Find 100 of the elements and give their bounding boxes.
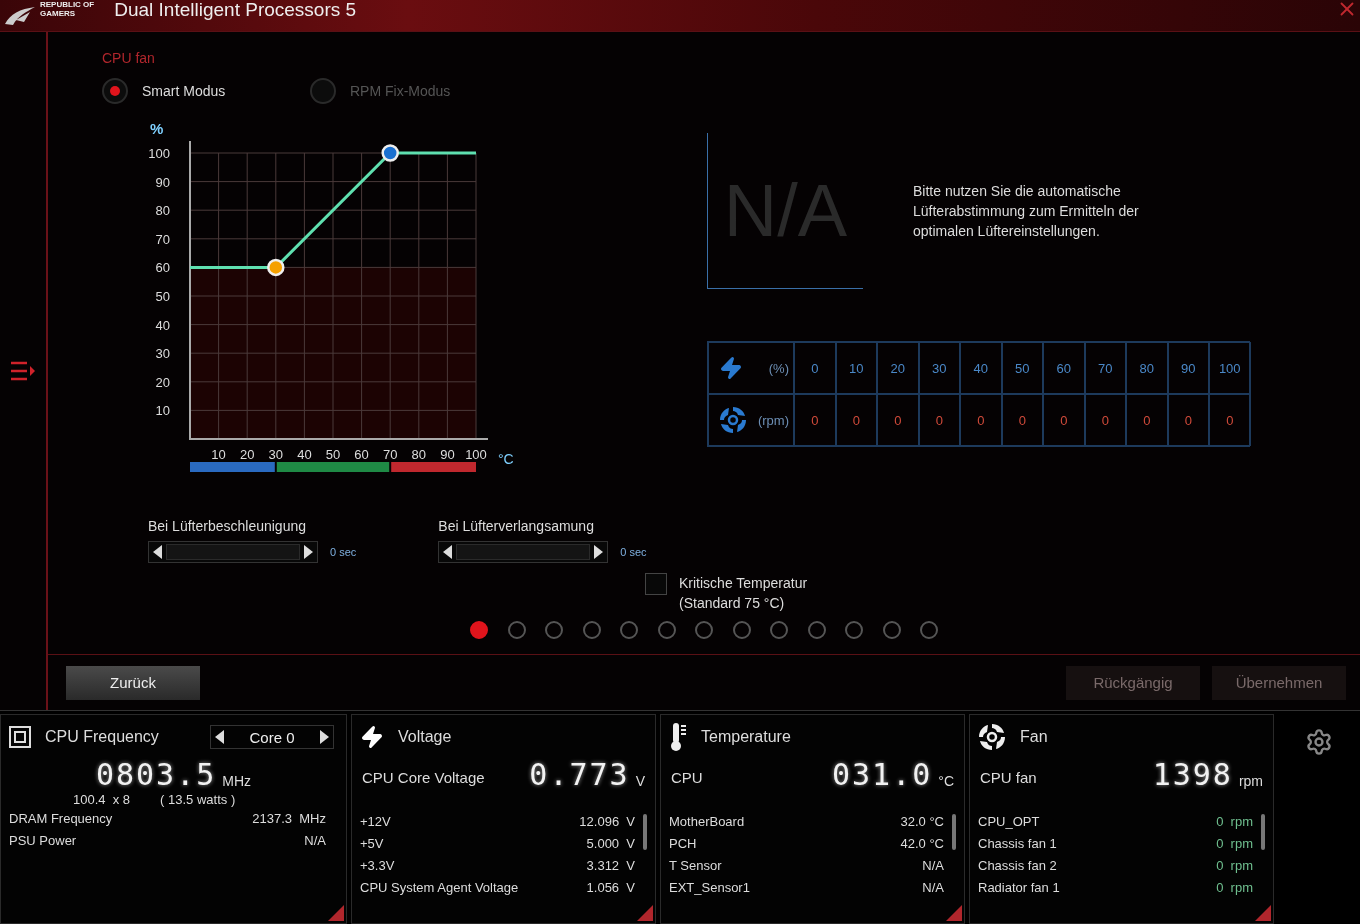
sensor-label: CPU Core Voltage	[362, 769, 485, 786]
page-dot[interactable]	[582, 621, 601, 639]
tick-label: 60	[155, 260, 170, 276]
corner-grip-icon[interactable]	[946, 905, 962, 921]
page-dot[interactable]	[470, 621, 488, 639]
unit-label: rpm	[1238, 773, 1263, 789]
reading-value: 42.0 °C	[900, 836, 944, 852]
table-cell: 0	[960, 394, 1002, 446]
delay-slider-track[interactable]	[166, 544, 300, 560]
tick-label: 40	[155, 317, 170, 333]
page-dot[interactable]	[920, 621, 938, 639]
table-cell: 80	[1126, 342, 1168, 394]
page-dot[interactable]	[845, 621, 863, 639]
left-arrow-icon[interactable]	[153, 545, 162, 559]
frequency-detail: ( 13.5 watts )	[160, 792, 236, 807]
table-cell: 40	[960, 342, 1002, 394]
sensor-value: 031.0	[831, 757, 933, 792]
unit-label: MHz	[222, 773, 252, 789]
table-cell: 100	[1209, 342, 1251, 394]
tick-label: 60	[354, 447, 369, 462]
page-dot[interactable]	[657, 621, 676, 639]
core-selector[interactable]: Core 0	[210, 725, 334, 749]
table-cell: 0	[1043, 394, 1085, 446]
reading-label: EXT_Sensor1	[669, 880, 750, 896]
right-arrow-icon[interactable]	[304, 545, 313, 559]
reading-value: 0 rpm	[1216, 836, 1253, 852]
reading-label: +5V	[360, 836, 384, 852]
critical-temperature-label: Kritische Temperatur (Standard 75 °C)	[679, 574, 808, 613]
curve-point-handle[interactable]	[381, 144, 399, 162]
reading-value: 12.096 V	[579, 814, 635, 830]
reading-label: MotherBoard	[669, 814, 745, 830]
radio-button[interactable]	[310, 78, 336, 104]
reading-label: +12V	[360, 814, 391, 830]
page-dot[interactable]	[732, 621, 751, 639]
page-dot[interactable]	[770, 621, 788, 639]
panel-title: Temperature	[701, 728, 791, 746]
delay-slider-track[interactable]	[456, 544, 591, 560]
settings-icon[interactable]	[1305, 728, 1333, 756]
left-arrow-icon[interactable]	[215, 730, 224, 744]
right-arrow-icon[interactable]	[320, 730, 329, 744]
reading-value: N/A	[304, 833, 326, 849]
tick-label: 20	[239, 447, 255, 462]
menu-icon[interactable]	[10, 360, 36, 382]
reading-label: Radiator fan 1	[978, 880, 1060, 896]
reading-value: 0 rpm	[1216, 880, 1253, 896]
table-cell: 10	[835, 342, 877, 394]
fan-title: CPU fan	[102, 50, 156, 66]
checkbox[interactable]	[645, 573, 667, 595]
table-cell: 30	[918, 342, 960, 394]
back-button[interactable]: Zurück	[66, 665, 200, 700]
delay-value: 0 sec	[330, 546, 357, 558]
page-dot[interactable]	[882, 621, 901, 639]
table-cell: 0	[1001, 394, 1043, 446]
unit-label: (%)	[768, 360, 789, 376]
page-dot[interactable]	[807, 621, 826, 639]
page-dot[interactable]	[620, 621, 638, 639]
table-cell: 0	[918, 394, 960, 446]
delay-control[interactable]	[438, 541, 609, 563]
sensor-label: CPU	[671, 769, 703, 786]
scrollbar-thumb[interactable]	[643, 814, 647, 850]
table-cell: 70	[1084, 342, 1126, 394]
reading-value: 0 rpm	[1216, 858, 1253, 874]
corner-grip-icon[interactable]	[328, 905, 344, 921]
reading-label: CPU System Agent Voltage	[360, 880, 519, 896]
page-dot[interactable]	[545, 621, 563, 639]
reading-value: N/A	[922, 858, 944, 874]
radio-button[interactable]	[102, 78, 128, 104]
table-cell: 0	[1209, 394, 1251, 446]
table-cell: 0	[877, 394, 919, 446]
scrollbar-thumb[interactable]	[1261, 814, 1265, 850]
panel-title: Fan	[1020, 728, 1048, 746]
unit-label: °C	[938, 773, 954, 789]
page-dot[interactable]	[695, 621, 713, 639]
tick-label: 30	[155, 346, 170, 362]
page-dot[interactable]	[507, 621, 526, 639]
delay-control[interactable]	[148, 541, 318, 563]
lightning-icon	[360, 725, 384, 749]
table-cell: 0	[1084, 394, 1126, 446]
fan-icon	[719, 406, 747, 434]
right-arrow-icon[interactable]	[594, 545, 604, 559]
scrollbar-thumb[interactable]	[952, 814, 956, 850]
tick-label: 50	[155, 289, 170, 304]
fan-icon	[978, 723, 1006, 751]
reading-value: 5.000 V	[586, 836, 635, 852]
reading-label: +3.3V	[360, 858, 395, 874]
reading-label: CPU_OPT	[978, 814, 1040, 830]
left-arrow-icon[interactable]	[443, 545, 453, 559]
brand-text: REPUBLIC OF	[40, 0, 95, 9]
corner-grip-icon[interactable]	[637, 905, 653, 921]
reading-label: Chassis fan 2	[978, 858, 1057, 874]
logo-icon	[4, 5, 36, 26]
tick-label: 10	[211, 447, 226, 462]
reading-value: 1.056 V	[586, 880, 635, 896]
mode-label: Smart Modus	[142, 83, 226, 99]
corner-grip-icon[interactable]	[1255, 905, 1271, 921]
cpu-chip-icon	[9, 726, 31, 748]
reading-value: N/A	[922, 880, 944, 896]
tuning-hint: Bitte nutzen Sie die automatische Lüfterabstimmung zum Ermitteln der optimalen Lüftereinstellungen.	[913, 182, 1140, 241]
curve-point-handle[interactable]	[267, 258, 285, 277]
tick-label: 70	[382, 447, 398, 462]
